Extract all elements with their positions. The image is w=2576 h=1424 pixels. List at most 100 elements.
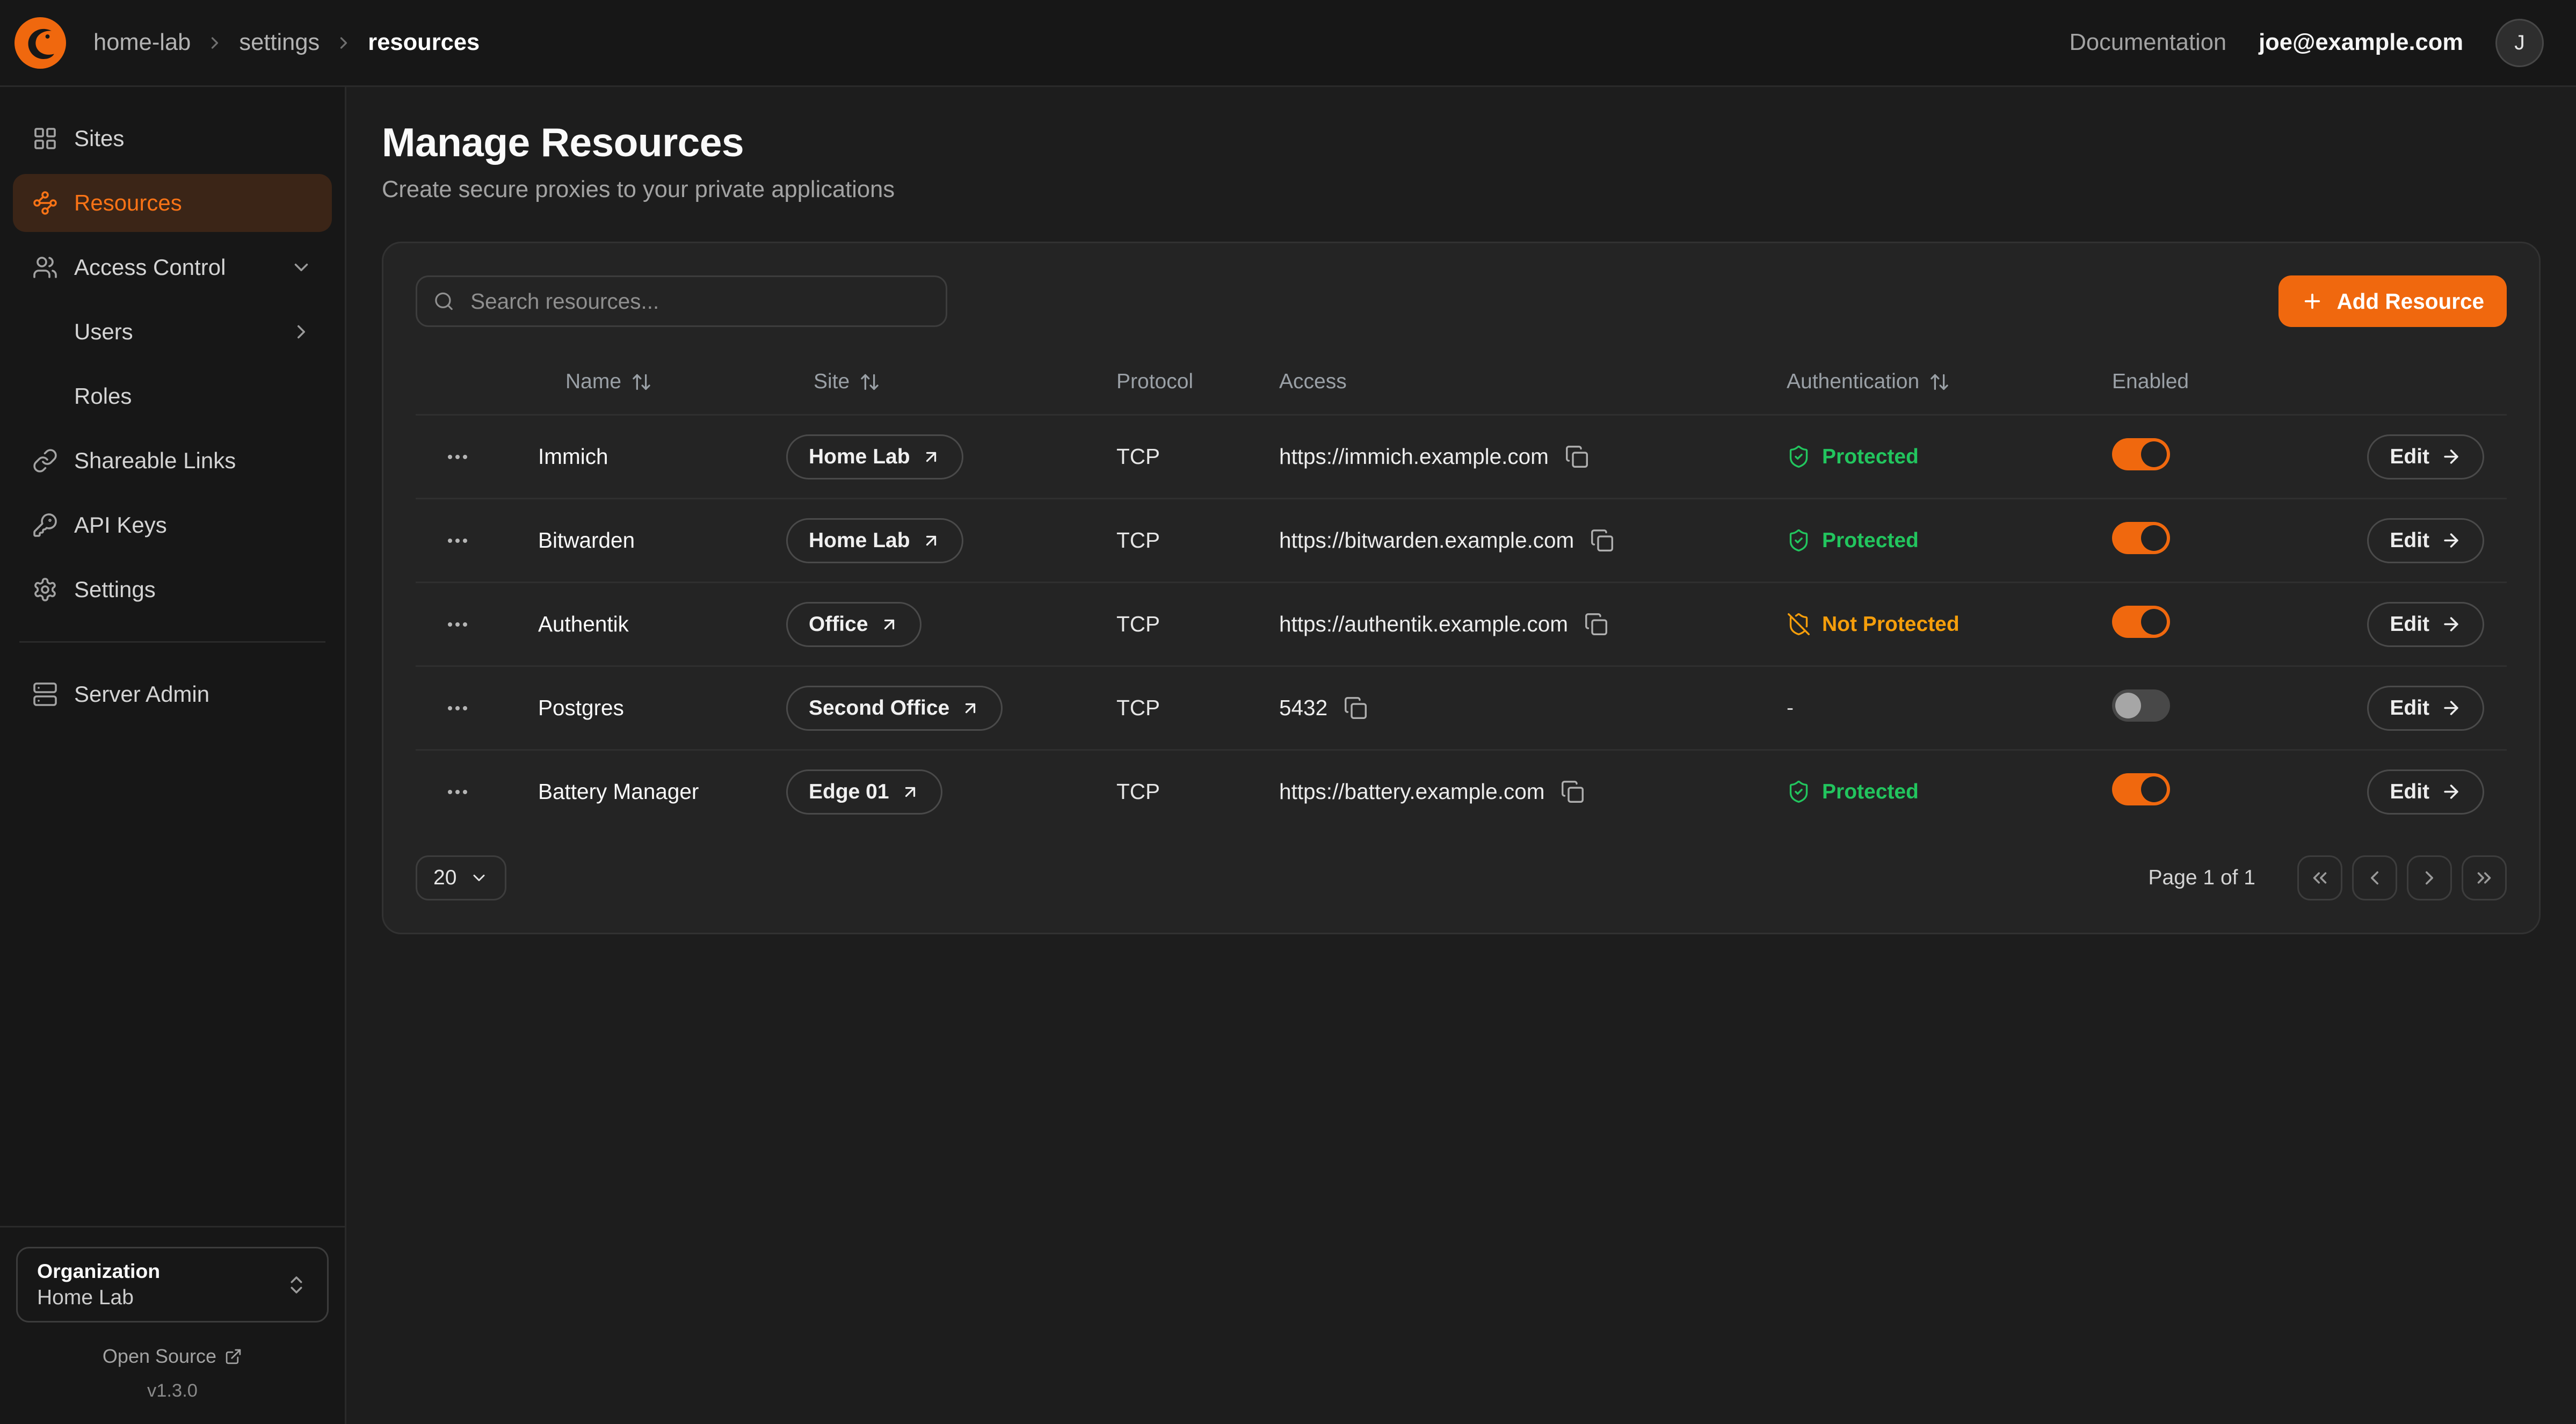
site-link-button[interactable]: Home Lab: [786, 434, 963, 479]
resource-name: Bitwarden: [538, 528, 786, 553]
avatar[interactable]: J: [2495, 19, 2544, 67]
site-link-button[interactable]: Edge 01: [786, 769, 942, 815]
chevrons-up-down-icon: [285, 1274, 308, 1296]
row-menu-button[interactable]: [435, 769, 480, 815]
first-page-button[interactable]: [2297, 855, 2342, 900]
shield-check-icon: [1787, 528, 1811, 553]
sidebar-item-label: Resources: [74, 190, 182, 216]
avatar-initial: J: [2514, 31, 2525, 55]
row-menu-button[interactable]: [435, 434, 480, 479]
chevrons-left-icon: [2309, 867, 2331, 889]
breadcrumb-resources[interactable]: resources: [368, 30, 480, 56]
user-email[interactable]: joe@example.com: [2259, 30, 2463, 56]
header-site[interactable]: Site: [786, 370, 1116, 394]
organization-label: Organization: [37, 1260, 160, 1283]
arrow-right-icon: [2441, 446, 2462, 467]
page-subtitle: Create secure proxies to your private ap…: [382, 177, 2541, 203]
edit-button[interactable]: Edit: [2367, 434, 2484, 479]
copy-button[interactable]: [1561, 780, 1585, 804]
header-name[interactable]: Name: [538, 370, 786, 394]
chevron-right-icon: [334, 33, 353, 53]
copy-button[interactable]: [1344, 696, 1368, 720]
sidebar-item-label: Server Admin: [74, 681, 209, 707]
sidebar-divider: [19, 641, 325, 643]
row-menu-button[interactable]: [435, 518, 480, 563]
edit-button[interactable]: Edit: [2367, 686, 2484, 731]
sidebar-item-label: Users: [74, 319, 133, 345]
edit-button[interactable]: Edit: [2367, 518, 2484, 563]
resources-card: Add Resource Name Site Protocol Access A…: [382, 242, 2541, 934]
site-name: Edge 01: [809, 780, 889, 804]
sidebar-item-sites[interactable]: Sites: [13, 110, 332, 168]
organization-selector[interactable]: Organization Home Lab: [16, 1247, 329, 1323]
add-resource-button[interactable]: Add Resource: [2279, 275, 2507, 327]
site-link-button[interactable]: Second Office: [786, 686, 1003, 731]
chevron-right-icon: [205, 33, 224, 53]
previous-page-button[interactable]: [2352, 855, 2397, 900]
sidebar-item-users[interactable]: Users: [13, 303, 332, 361]
protocol: TCP: [1116, 779, 1279, 804]
enabled-toggle[interactable]: [2112, 689, 2170, 722]
auth-status: Not Protected: [1787, 612, 2112, 636]
app-logo-icon[interactable]: [13, 16, 68, 70]
open-source-label: Open Source: [103, 1345, 216, 1368]
arrow-right-icon: [2441, 698, 2462, 718]
breadcrumb-settings[interactable]: settings: [239, 30, 320, 56]
copy-button[interactable]: [1565, 445, 1589, 469]
access-url: 5432: [1279, 695, 1327, 721]
table-row: Authentik Office TCP https://authentik.e…: [416, 582, 2507, 665]
arrow-right-icon: [2441, 781, 2462, 802]
ellipsis-icon: [445, 528, 470, 554]
sidebar-item-api-keys[interactable]: API Keys: [13, 496, 332, 554]
sort-icon: [631, 372, 652, 393]
next-page-button[interactable]: [2407, 855, 2452, 900]
search-input[interactable]: [467, 287, 930, 316]
edit-button[interactable]: Edit: [2367, 769, 2484, 815]
table-row: Bitwarden Home Lab TCP https://bitwarden…: [416, 498, 2507, 582]
last-page-button[interactable]: [2462, 855, 2507, 900]
topbar-right: Documentation joe@example.com J: [2070, 19, 2544, 67]
sidebar-item-access-control[interactable]: Access Control: [13, 238, 332, 296]
arrow-up-right-icon: [921, 447, 941, 467]
main-content: Manage Resources Create secure proxies t…: [346, 87, 2576, 1424]
search-box[interactable]: [416, 275, 947, 327]
resources-table: Name Site Protocol Access Authentication…: [416, 350, 2507, 833]
sidebar-item-label: Settings: [74, 577, 156, 602]
link-icon: [32, 448, 58, 474]
edit-button[interactable]: Edit: [2367, 602, 2484, 647]
topbar: home-lab settings resources Documentatio…: [0, 0, 2576, 87]
copy-button[interactable]: [1590, 528, 1614, 553]
enabled-toggle[interactable]: [2112, 438, 2170, 470]
copy-button[interactable]: [1584, 612, 1608, 636]
site-name: Office: [809, 613, 868, 636]
toolbar: Add Resource: [416, 275, 2507, 327]
sidebar-item-server-admin[interactable]: Server Admin: [13, 665, 332, 723]
app-shell: Sites Resources Access Control Users Rol…: [0, 87, 2576, 1424]
page-title: Manage Resources: [382, 119, 2541, 165]
sidebar-item-roles[interactable]: Roles: [13, 367, 332, 425]
enabled-toggle[interactable]: [2112, 522, 2170, 554]
chevrons-right-icon: [2473, 867, 2495, 889]
enabled-toggle[interactable]: [2112, 606, 2170, 638]
sidebar-item-settings[interactable]: Settings: [13, 561, 332, 619]
add-resource-label: Add Resource: [2336, 289, 2484, 314]
site-link-button[interactable]: Office: [786, 602, 921, 647]
row-menu-button[interactable]: [435, 686, 480, 731]
page-size-select[interactable]: 20: [416, 855, 506, 900]
enabled-toggle[interactable]: [2112, 773, 2170, 805]
open-source-link[interactable]: Open Source: [16, 1345, 329, 1368]
sidebar-item-label: Shareable Links: [74, 448, 236, 474]
site-link-button[interactable]: Home Lab: [786, 518, 963, 563]
shield-check-icon: [1787, 780, 1811, 804]
row-menu-button[interactable]: [435, 602, 480, 647]
pagination-controls: Page 1 of 1: [2149, 855, 2507, 900]
header-protocol: Protocol: [1116, 370, 1279, 394]
sidebar-item-shareable-links[interactable]: Shareable Links: [13, 432, 332, 490]
protocol: TCP: [1116, 695, 1279, 721]
sites-grid-icon: [32, 126, 58, 151]
sidebar-item-resources[interactable]: Resources: [13, 174, 332, 232]
breadcrumb-home-lab[interactable]: home-lab: [93, 30, 191, 56]
header-authentication[interactable]: Authentication: [1787, 370, 2112, 394]
protocol: TCP: [1116, 528, 1279, 553]
documentation-link[interactable]: Documentation: [2070, 30, 2227, 56]
